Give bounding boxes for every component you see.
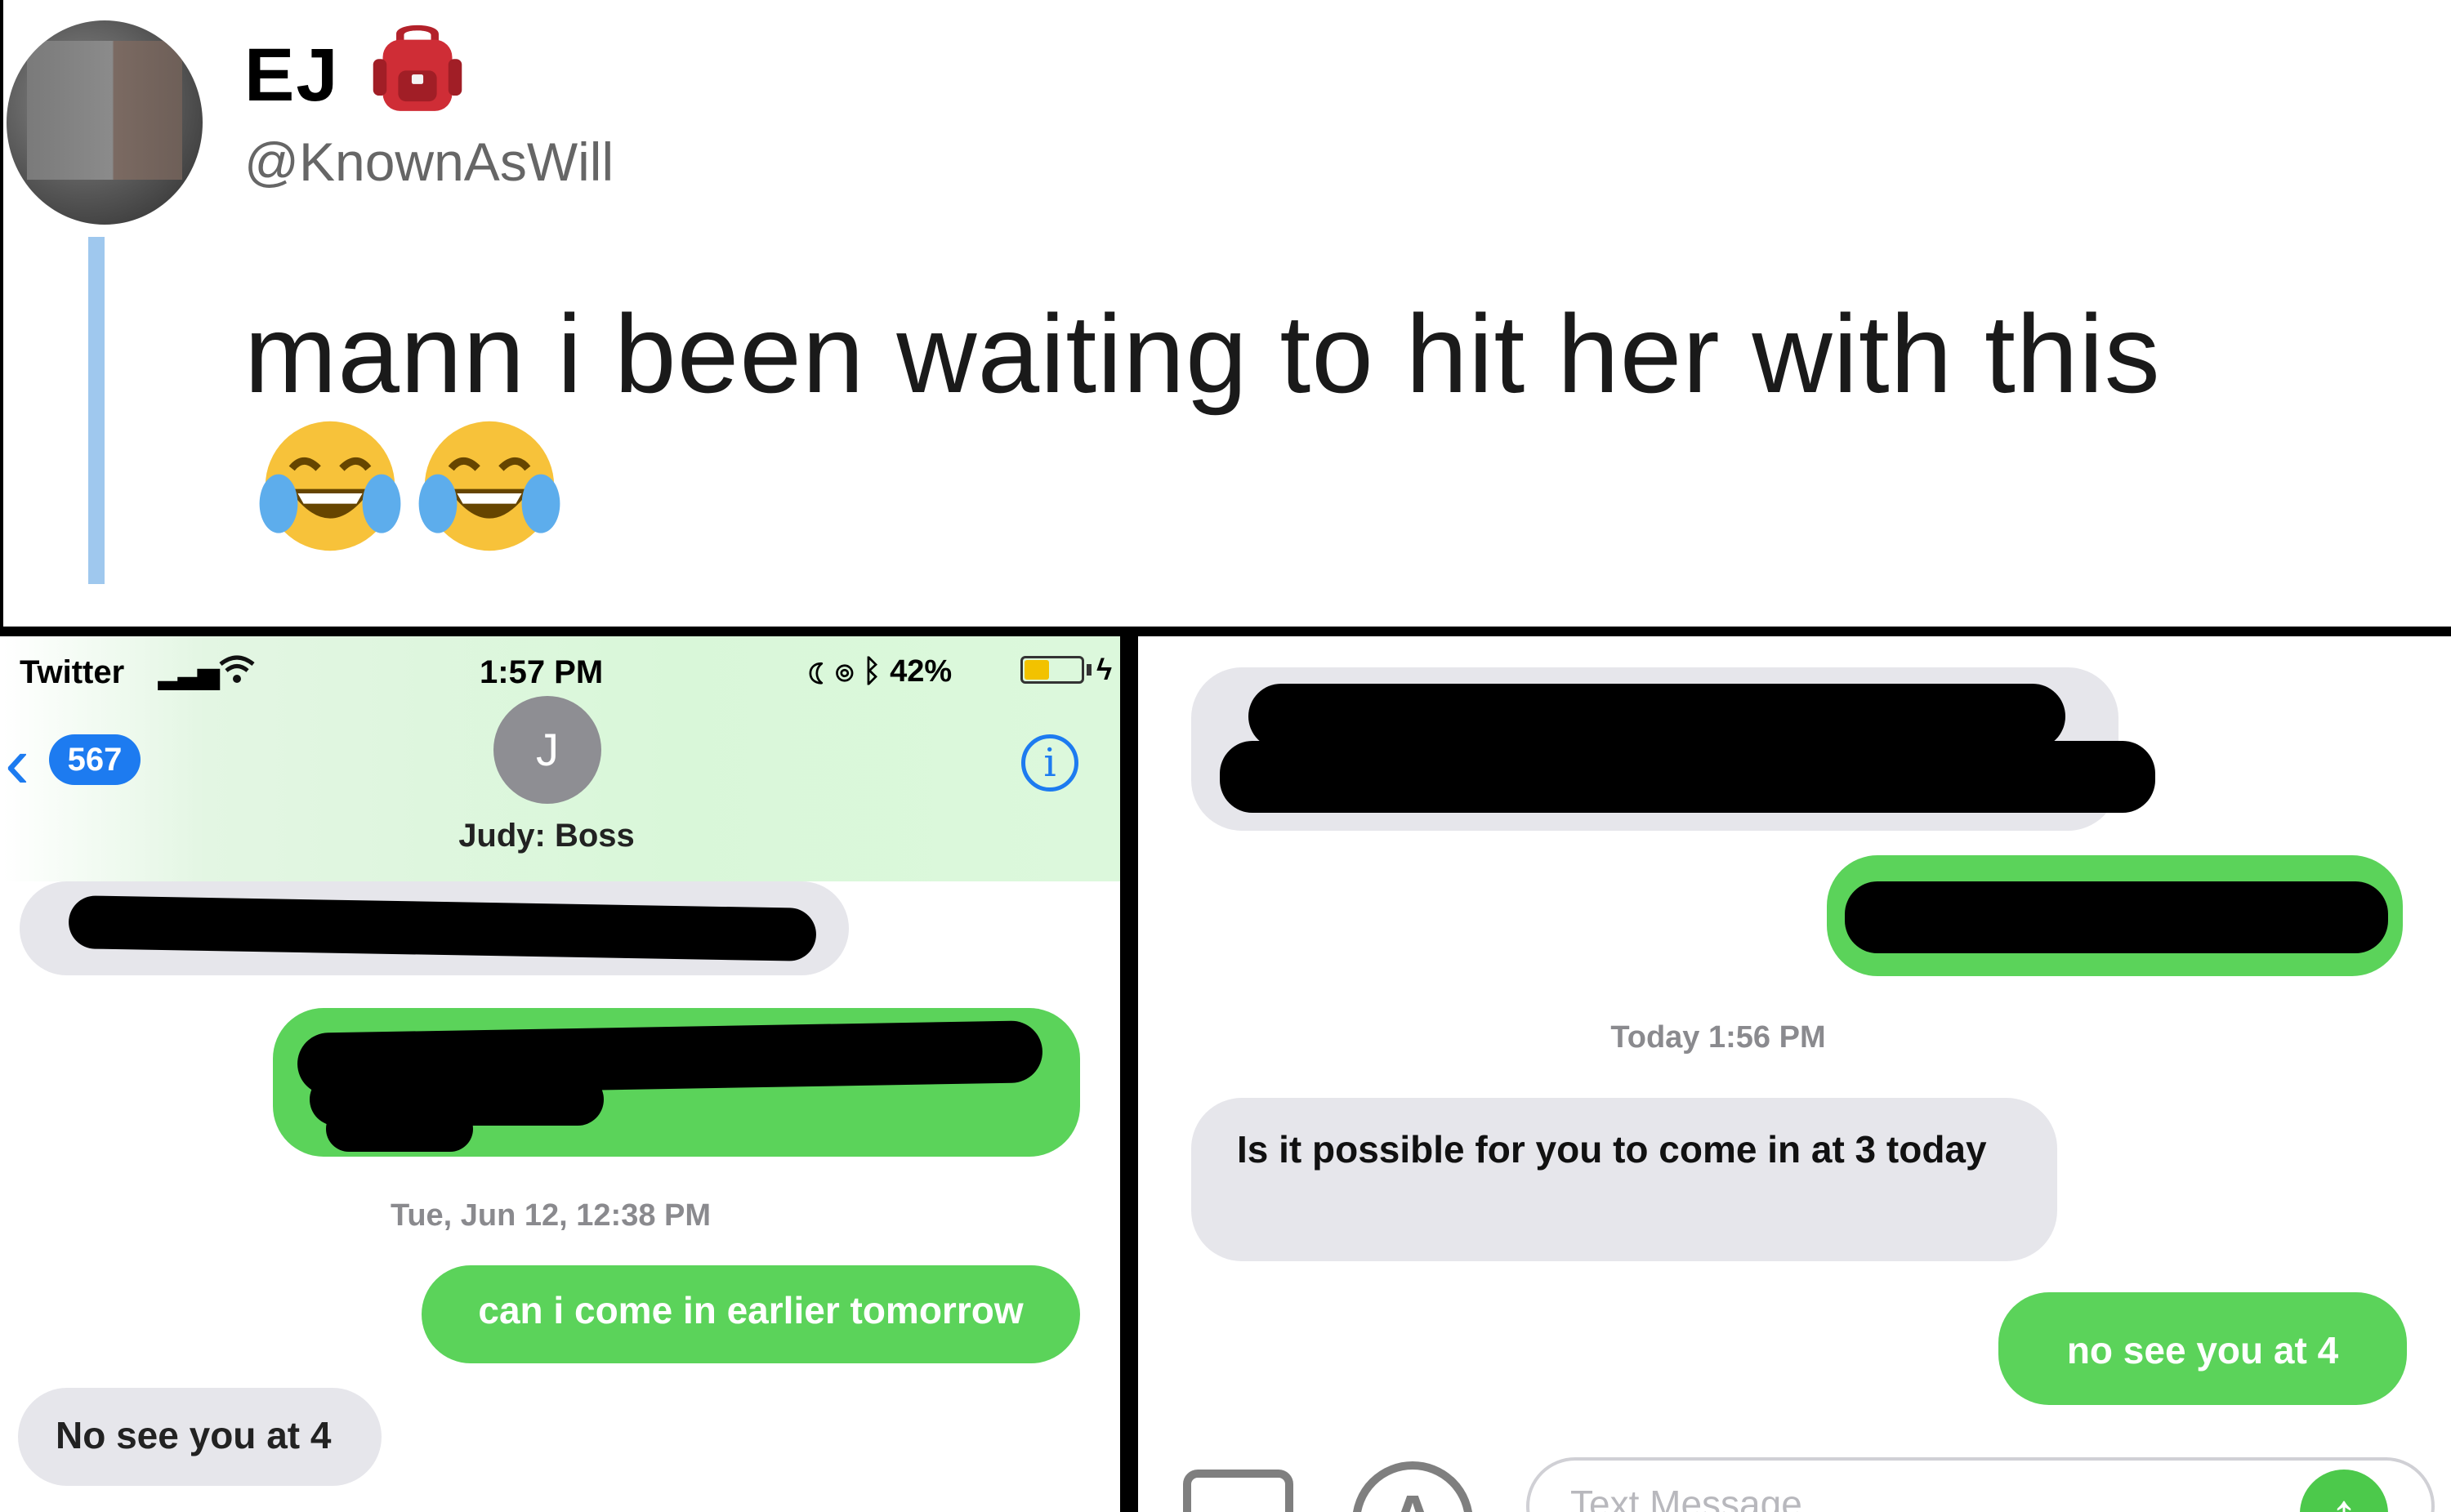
charging-icon: ϟ — [1096, 653, 1113, 686]
tweet: EJ @KnownAsWill mann i been waiting to h… — [0, 0, 2451, 629]
carrier-label: Twitter — [20, 654, 125, 690]
signal-icon: ▂▃▅ — [158, 658, 219, 689]
received-message-bubble: Is it possible for you to come in at 3 t… — [1191, 1098, 2057, 1261]
redaction-mark — [1220, 741, 2155, 813]
status-bar: Twitter ▂▃▅ 1:57 PM ☾ ◎ ᛒ 42% ϟ — [3, 644, 1120, 694]
panel-divider-middle — [1120, 627, 1138, 1512]
info-button[interactable]: i — [1021, 734, 1078, 792]
app-store-icon[interactable]: A — [1352, 1461, 1473, 1512]
unread-count-badge[interactable]: 567 — [49, 734, 141, 785]
thread-line — [88, 237, 105, 584]
conversation-header: Twitter ▂▃▅ 1:57 PM ☾ ◎ ᛒ 42% ϟ ‹ 567 J … — [3, 636, 1120, 881]
avatar[interactable] — [7, 20, 203, 225]
status-time: 1:57 PM — [480, 654, 604, 690]
bluetooth-icon: ᛒ — [862, 654, 882, 689]
left-screenshot: Twitter ▂▃▅ 1:57 PM ☾ ◎ ᛒ 42% ϟ ‹ 567 J … — [3, 636, 1120, 1512]
contact-avatar[interactable]: J — [493, 696, 601, 804]
message-timestamp: Tue, Jun 12, 12:38 PM — [390, 1198, 712, 1233]
battery-level — [1025, 660, 1049, 680]
tweet-text: mann i been waiting to hit her with this — [244, 292, 2161, 416]
avatar-blur-overlay — [27, 41, 182, 180]
back-chevron-icon[interactable]: ‹ — [5, 726, 29, 800]
message-timestamp: Today 1:56 PM — [1610, 1020, 1826, 1055]
location-icon: ◎ — [835, 654, 855, 689]
contact-name[interactable]: Judy: Boss — [3, 818, 1090, 854]
user-handle[interactable]: @KnownAsWill — [244, 131, 614, 193]
panel-divider-top — [0, 627, 2451, 636]
tears-of-joy-emoji-icon — [259, 421, 401, 551]
received-message-bubble: No see you at 4 — [18, 1388, 382, 1486]
sent-message-bubble: no see you at 4 — [1998, 1292, 2407, 1405]
message-input[interactable]: Text Message — [1526, 1457, 2435, 1512]
sent-message-bubble: can i come in earlier tomorrow — [422, 1265, 1080, 1363]
redaction-mark — [326, 1106, 473, 1152]
display-name[interactable]: EJ — [244, 33, 340, 118]
backpack-icon — [373, 25, 462, 111]
redaction-mark — [1845, 881, 2388, 953]
battery-icon — [1020, 656, 1084, 684]
tears-of-joy-emoji-icon — [418, 421, 560, 551]
moon-icon: ☾ — [808, 654, 827, 689]
redaction-mark — [1248, 684, 2065, 749]
right-screenshot: Today 1:56 PM Is it possible for you to … — [1138, 636, 2451, 1512]
wifi-icon — [219, 655, 255, 683]
status-icons: ☾ ◎ ᛒ 42% — [808, 654, 952, 689]
battery-percent: 42% — [890, 654, 953, 689]
battery-tip — [1087, 664, 1092, 676]
camera-icon[interactable] — [1183, 1470, 1293, 1512]
